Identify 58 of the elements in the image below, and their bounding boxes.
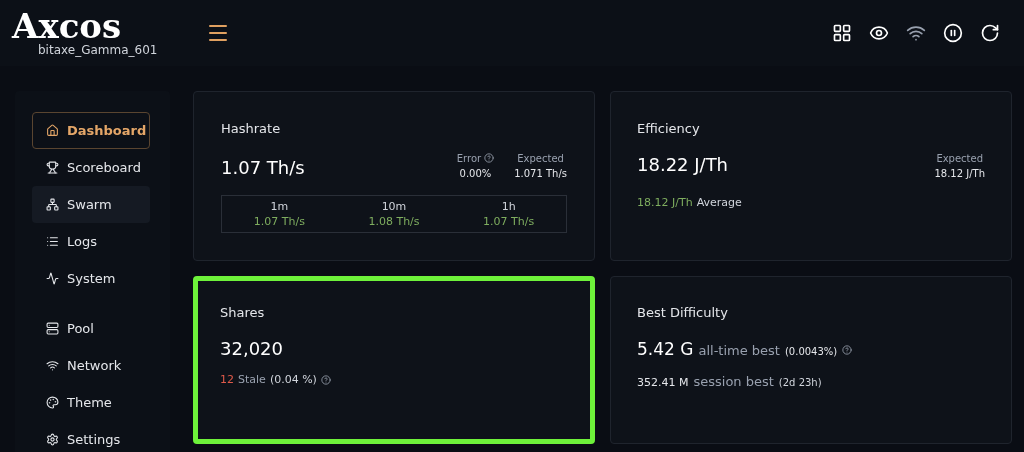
help-icon[interactable]: [842, 344, 853, 355]
sidebar-item[interactable]: Settings: [32, 421, 150, 452]
card-title: Efficiency: [637, 120, 701, 138]
session-age: (2d 23h): [778, 376, 822, 390]
stale-count: 12: [220, 371, 234, 388]
home-icon: [46, 124, 59, 137]
session-value: 352.41 M: [637, 375, 689, 391]
hashrate-value: 1.07 Th/s: [221, 155, 305, 180]
sidebar-item[interactable]: Dashboard: [32, 112, 150, 149]
average-label: Average: [696, 194, 742, 211]
pause-icon[interactable]: [943, 23, 963, 43]
network-icon: [46, 198, 59, 211]
error-value: 0.00%: [458, 166, 493, 181]
expected-label: Expected: [516, 151, 565, 166]
period-label: 10m: [380, 198, 408, 214]
period-value: 1.08 Th/s: [367, 213, 421, 229]
list-icon: [46, 235, 59, 248]
settings-icon: [46, 433, 59, 446]
sidebar-item[interactable]: Logs: [32, 223, 150, 260]
refresh-icon[interactable]: [980, 23, 1000, 43]
device-name: bitaxe_Gamma_601: [38, 43, 159, 57]
sidebar-item[interactable]: System: [32, 260, 150, 297]
server-icon: [46, 322, 59, 335]
wifi-icon: [46, 359, 59, 372]
eye-icon[interactable]: [869, 23, 889, 43]
stale-label: Stale: [238, 371, 266, 388]
card-title: Shares: [220, 304, 266, 322]
palette-icon: [46, 396, 59, 409]
period-label: 1m: [269, 198, 290, 214]
grid-icon[interactable]: [832, 23, 852, 43]
period-label: 1h: [500, 198, 517, 214]
period-value: 1.07 Th/s: [482, 213, 536, 229]
sidebar-item[interactable]: Theme: [32, 384, 150, 421]
average-value: 18.12 J/Th: [637, 194, 693, 211]
expected-label: Expected: [935, 151, 985, 166]
efficiency-value: 18.22 J/Th: [637, 152, 729, 177]
period-value: 1.07 Th/s: [252, 213, 306, 229]
alltime-percent: (0.0043%): [784, 344, 838, 359]
alltime-label: all-time best: [698, 341, 780, 360]
trophy-icon: [46, 161, 59, 174]
sidebar-item[interactable]: Scoreboard: [32, 149, 150, 186]
expected-value: 1.071 Th/s: [514, 166, 567, 181]
card-title: Best Difficulty: [637, 304, 729, 322]
sidebar-item[interactable]: Pool: [32, 310, 150, 347]
pulse-icon: [46, 272, 59, 285]
help-icon[interactable]: [484, 153, 495, 163]
card-title: Hashrate: [221, 120, 282, 138]
sidebar-item[interactable]: Swarm: [32, 186, 150, 223]
help-icon[interactable]: [320, 374, 331, 385]
stale-percent: (0.04 %): [269, 371, 317, 388]
error-label: Error: [456, 151, 482, 166]
alltime-value: 5.42 G: [637, 337, 694, 361]
logo: Axcos: [12, 9, 122, 43]
session-label: session best: [693, 373, 774, 391]
shares-value: 32,020: [220, 336, 284, 361]
wifi-icon[interactable]: [906, 23, 926, 43]
sidebar-item[interactable]: Network: [32, 347, 150, 384]
expected-value: 18.12 J/Th: [934, 166, 985, 181]
